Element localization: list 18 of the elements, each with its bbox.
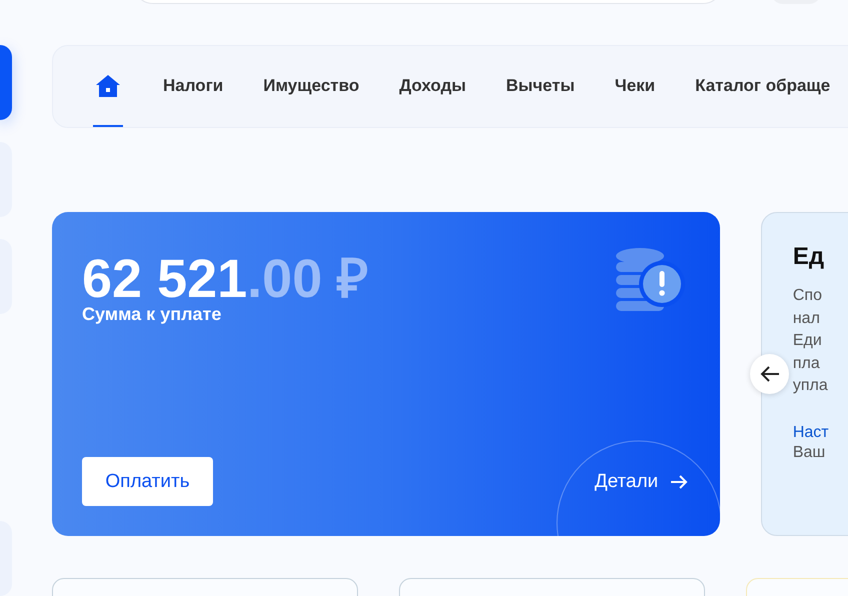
- nav-tab[interactable]: Каталог обраще: [695, 46, 830, 127]
- pay-button[interactable]: Оплатить: [82, 457, 213, 506]
- info-text: Еди: [792, 331, 823, 351]
- nav-tab[interactable]: Доходы: [399, 46, 466, 127]
- nav-tab[interactable]: Налоги: [163, 46, 224, 127]
- info-text: нал: [792, 308, 821, 328]
- nav-tab[interactable]: Чеки: [614, 46, 656, 127]
- nav-tab[interactable]: Имущество: [263, 46, 360, 127]
- info-text: пла: [792, 354, 821, 374]
- info-text: Спо: [792, 286, 823, 306]
- info-text: Ваш: [792, 444, 826, 462]
- info-link[interactable]: Наст: [792, 424, 848, 442]
- details-link[interactable]: Детали: [594, 470, 658, 492]
- nav-tab[interactable]: Вычеты: [506, 46, 575, 127]
- info-title: Ед: [792, 243, 826, 271]
- info-text: упла: [792, 376, 829, 396]
- amount-caption: Сумма к уплате: [82, 304, 222, 325]
- amount-value: 62 521.00 ₽: [82, 252, 368, 306]
